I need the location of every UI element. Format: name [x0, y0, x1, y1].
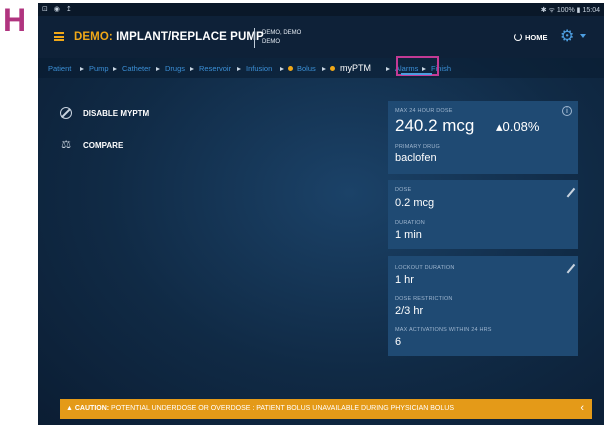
caution-message: POTENTIAL UNDERDOSE OR OVERDOSE : PATIEN…: [109, 405, 454, 412]
caution-prefix: ▲ CAUTION:: [66, 405, 110, 412]
panel-label: H: [3, 2, 27, 38]
lockout-duration-value: 1 hr: [395, 274, 414, 286]
dose-restriction-label: DOSE RESTRICTION: [395, 296, 453, 302]
edit-pencil-icon[interactable]: [566, 187, 575, 198]
breadcrumb: Patient Pump Catheter Drugs Reservoir In…: [38, 58, 604, 78]
max-dose-label: MAX 24 HOUR DOSE: [395, 108, 453, 114]
status-icons: ⊡ ◉ ↥: [42, 6, 74, 13]
menu-icon[interactable]: [54, 32, 64, 41]
patient-line-1: DEMO, DEMO: [262, 30, 302, 36]
crumb-catheter[interactable]: Catheter: [122, 64, 151, 73]
page-title: DEMO: IMPLANT/REPLACE PUMP: [74, 31, 264, 43]
crumb-infusion[interactable]: Infusion: [246, 64, 272, 73]
title-text: IMPLANT/REPLACE PUMP: [112, 31, 264, 43]
crumb-arrow-icon: [280, 67, 284, 71]
max-dose-value: 240.2 mcg: [395, 116, 475, 135]
crumb-arrow-icon: [237, 67, 241, 71]
crumb-reservoir[interactable]: Reservoir: [199, 64, 231, 73]
crumb-myptm[interactable]: myPTM: [340, 63, 371, 73]
compare-label: COMPARE: [83, 141, 124, 150]
dose-value: 0.2 mcg: [395, 197, 435, 209]
max-activations-value: 6: [395, 336, 402, 348]
crumb-patient[interactable]: Patient: [48, 64, 71, 73]
active-tab-underline: [401, 73, 432, 75]
header-divider: [254, 28, 255, 48]
demo-prefix: DEMO:: [74, 31, 113, 43]
duration-value: 1 min: [395, 229, 422, 241]
figure-root: H ⊡ ◉ ↥ ✱ ᯤ 100% ▮ 15:04 DEMO: IMPLANT/R…: [0, 0, 608, 429]
crumb-arrow-icon: [190, 67, 194, 71]
patient-name: DEMO, DEMO DEMO: [262, 29, 301, 47]
disable-myptm-label: DISABLE MYPTM: [83, 109, 150, 118]
tablet-screen: ⊡ ◉ ↥ ✱ ᯤ 100% ▮ 15:04 DEMO: IMPLANT/REP…: [38, 3, 604, 425]
dose-card[interactable]: DOSE 0.2 mcg DURATION 1 min: [388, 180, 578, 249]
ban-icon: [60, 107, 72, 119]
app-header: DEMO: IMPLANT/REPLACE PUMP DEMO, DEMO DE…: [38, 16, 604, 58]
patient-line-2: DEMO: [262, 39, 280, 45]
crumb-arrow-icon: [113, 67, 117, 71]
chevron-down-icon[interactable]: [580, 34, 586, 38]
crumb-arrow-icon: [386, 67, 390, 71]
caution-banner: ▲ CAUTION: POTENTIAL UNDERDOSE OR OVERDO…: [60, 399, 592, 419]
edit-pencil-icon[interactable]: [566, 263, 575, 274]
crumb-arrow-icon: [80, 67, 84, 71]
info-icon[interactable]: i: [562, 106, 572, 116]
scale-icon: ⚖: [61, 139, 71, 151]
dose-restriction-value: 2/3 hr: [395, 305, 424, 317]
status-bar: ⊡ ◉ ↥ ✱ ᯤ 100% ▮ 15:04: [38, 3, 604, 16]
crumb-arrow-icon: [156, 67, 160, 71]
crumb-arrow-icon: [322, 67, 326, 71]
modified-dot-icon: [288, 66, 293, 71]
crumb-bolus[interactable]: Bolus: [297, 64, 316, 73]
modified-dot-icon: [330, 66, 335, 71]
max-activations-label: MAX ACTIVATIONS WITHIN 24 HRS: [395, 327, 492, 333]
caution-text: ▲ CAUTION: POTENTIAL UNDERDOSE OR OVERDO…: [66, 405, 454, 412]
status-info: ✱ ᯤ 100% ▮ 15:04: [540, 7, 600, 14]
primary-drug-value: baclofen: [395, 152, 437, 164]
duration-label: DURATION: [395, 220, 425, 226]
primary-drug-label: PRIMARY DRUG: [395, 144, 440, 150]
settings-gear-icon[interactable]: ⚙: [560, 28, 578, 46]
home-icon: [514, 33, 522, 41]
home-label: HOME: [525, 33, 548, 42]
crumb-pump[interactable]: Pump: [89, 64, 109, 73]
lockout-card[interactable]: LOCKOUT DURATION 1 hr DOSE RESTRICTION 2…: [388, 256, 578, 356]
home-button[interactable]: HOME: [514, 33, 548, 42]
max-dose-card: MAX 24 HOUR DOSE 240.2 mcg ▴0.08% PRIMAR…: [388, 101, 578, 174]
dose-label: DOSE: [395, 187, 412, 193]
chevron-left-icon[interactable]: ‹: [580, 402, 584, 414]
lockout-duration-label: LOCKOUT DURATION: [395, 265, 455, 271]
crumb-drugs[interactable]: Drugs: [165, 64, 185, 73]
max-dose-change: ▴0.08%: [496, 119, 540, 134]
